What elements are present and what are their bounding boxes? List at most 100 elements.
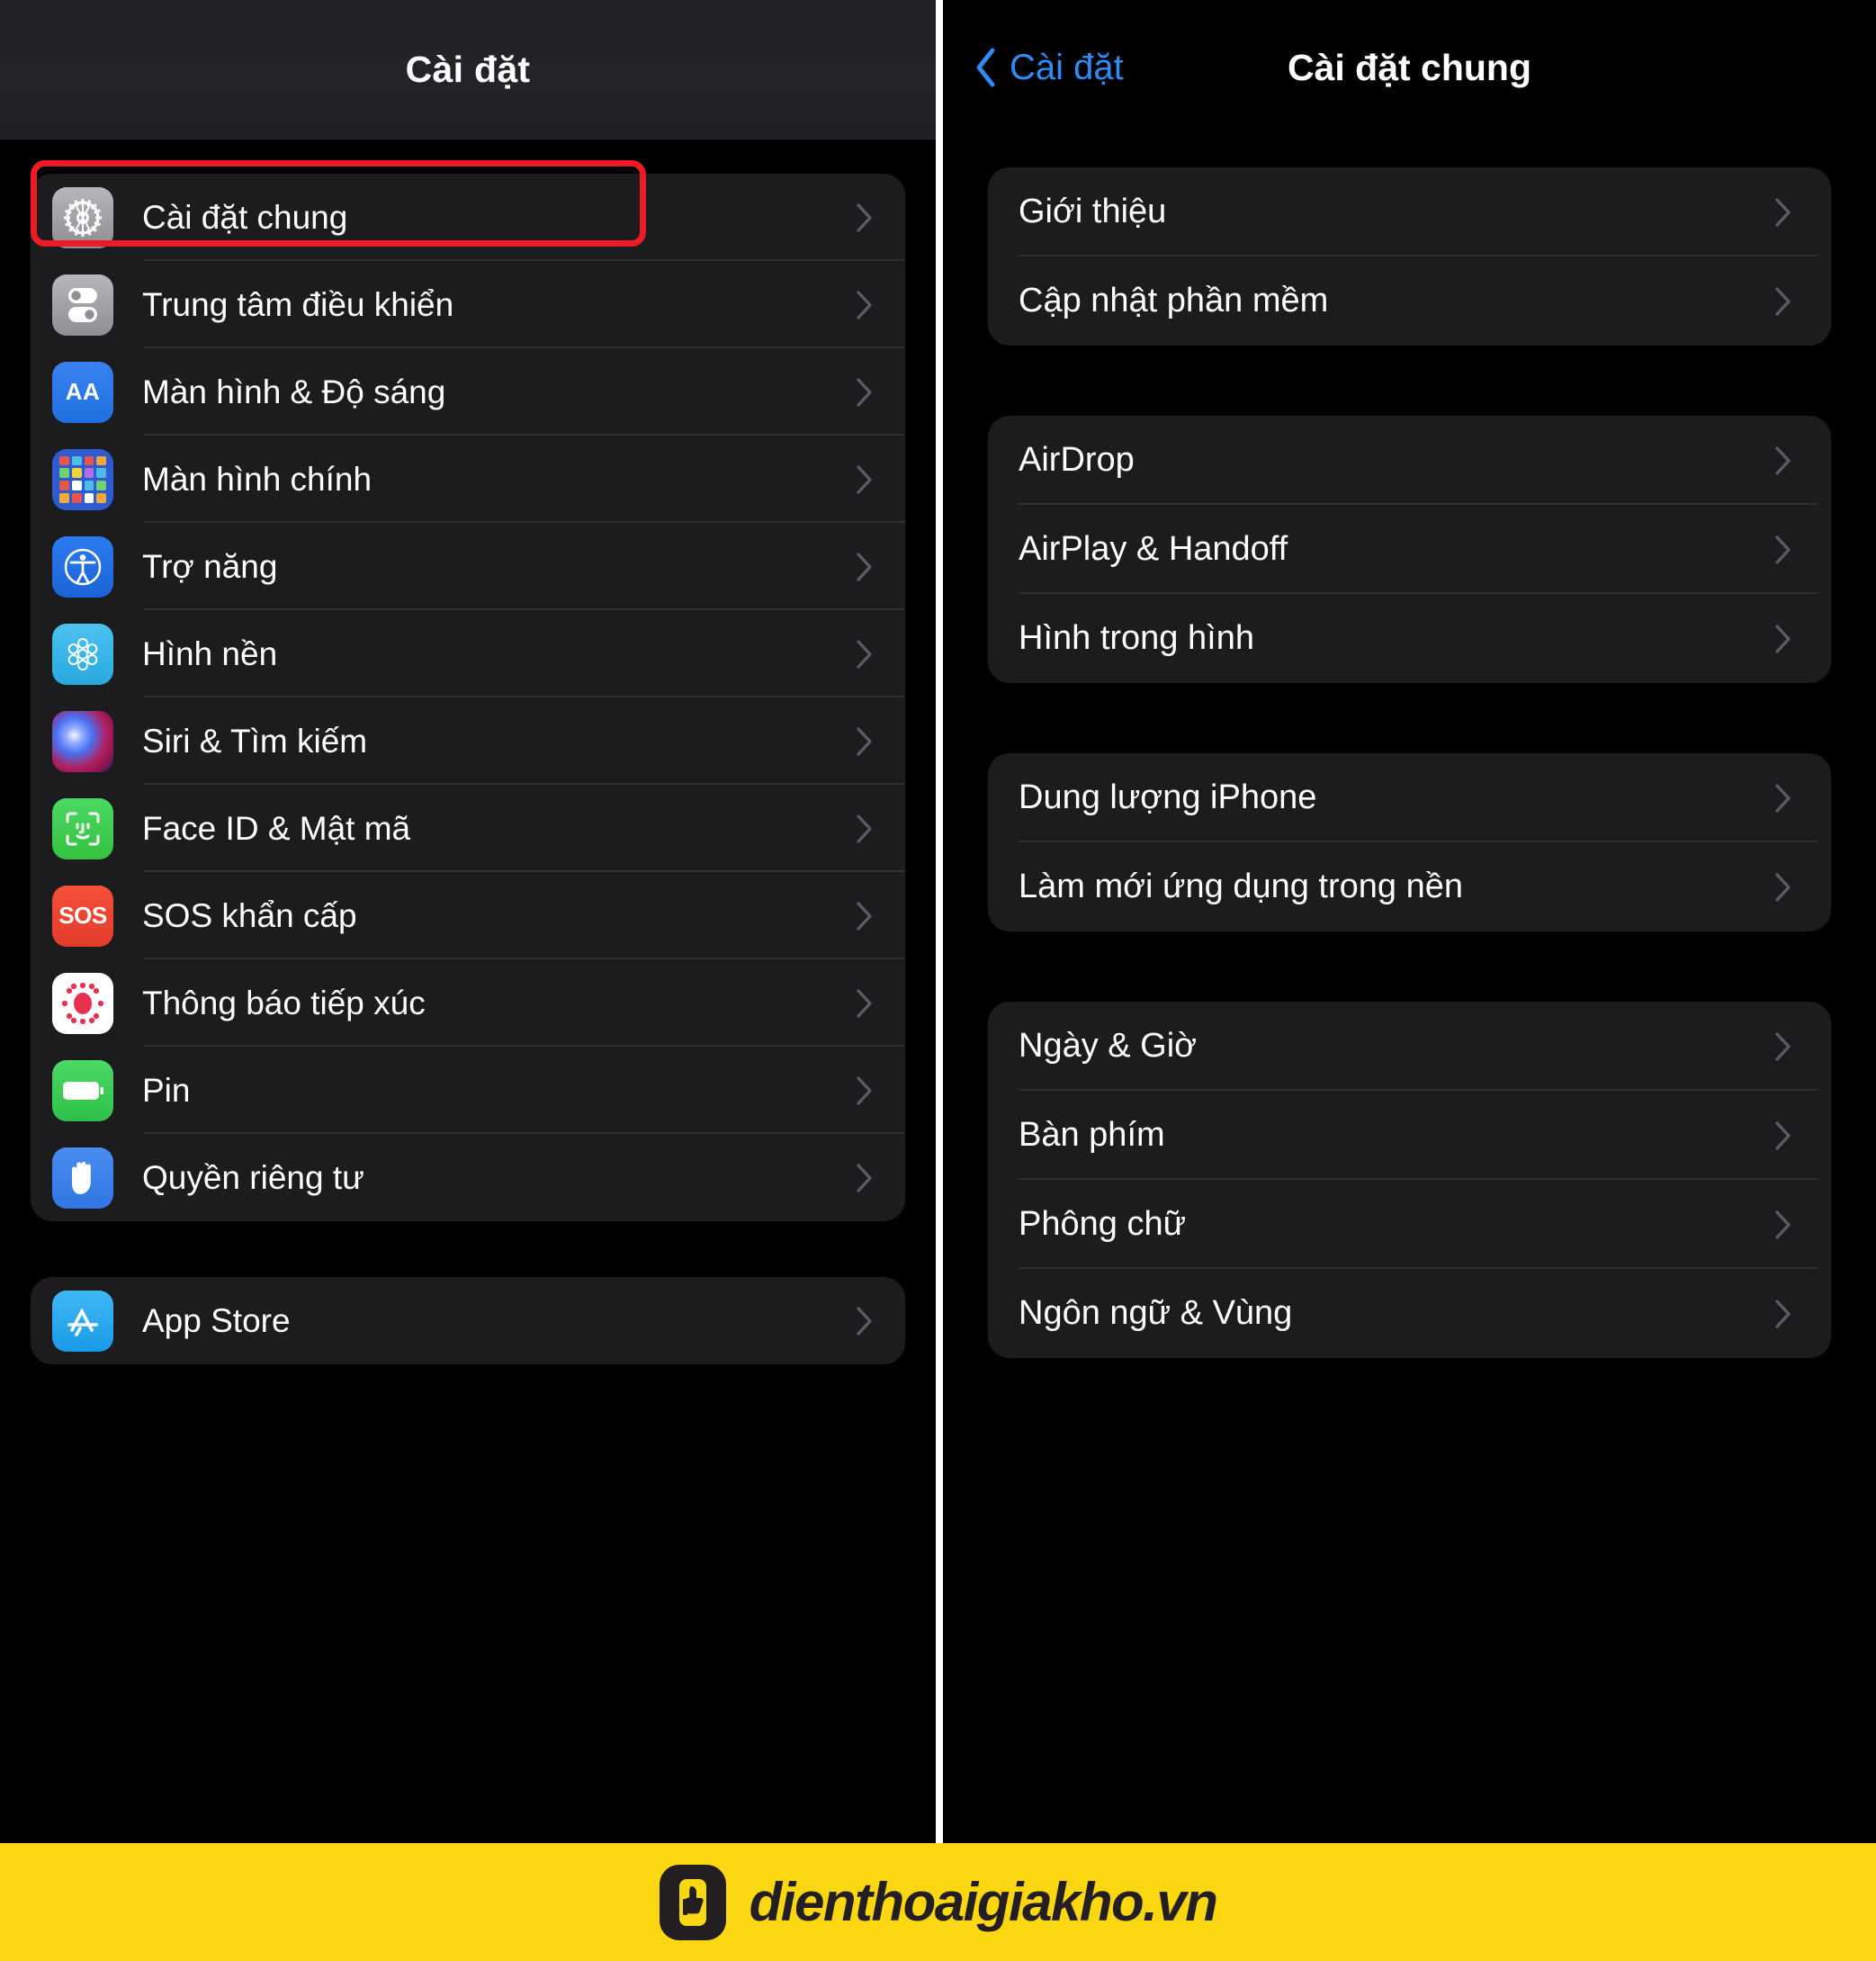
battery-icon xyxy=(52,1059,113,1121)
list-item-dung-luong-iphone[interactable]: Dung lượng iPhone xyxy=(988,753,1831,842)
chevron-right-icon xyxy=(1775,624,1791,653)
sidebar-item-label: Face ID & Mật mã xyxy=(142,809,411,847)
control-center-icon xyxy=(52,274,113,336)
phone-thumb-logo-icon xyxy=(659,1864,726,1940)
wallpaper-icon xyxy=(52,623,113,685)
sidebar-item-label: Hình nền xyxy=(142,634,278,672)
chevron-right-icon xyxy=(1775,445,1791,475)
right-group-spacer xyxy=(943,346,1876,416)
chevron-right-icon xyxy=(1775,783,1791,813)
chevron-right-icon xyxy=(857,1163,873,1192)
settings-screen-left: Cài đặt Cài đặt chung Trung tâm điều khi… xyxy=(0,0,936,1961)
list-item-airdrop[interactable]: AirDrop xyxy=(988,416,1831,505)
sidebar-item-app-store[interactable]: App Store xyxy=(31,1277,905,1364)
list-item-label: Hình trong hình xyxy=(1019,619,1254,657)
list-item-label: Giới thiệu xyxy=(1019,193,1167,230)
face-id-icon xyxy=(52,797,113,859)
back-button[interactable]: Cài đặt xyxy=(974,48,1124,88)
page-title: Cài đặt xyxy=(405,48,531,90)
sidebar-item-label: Màn hình chính xyxy=(142,460,373,498)
right-group-spacer xyxy=(943,683,1876,753)
chevron-right-icon xyxy=(857,290,873,319)
chevron-right-icon xyxy=(1775,1120,1791,1150)
sidebar-item-sos-khan-cap[interactable]: SOS SOS khẩn cấp xyxy=(31,872,905,959)
sidebar-item-quyen-rieng-tu[interactable]: Quyền riêng tư xyxy=(31,1134,905,1221)
display-brightness-icon: AA xyxy=(52,361,113,423)
left-group-spacer xyxy=(0,1221,936,1277)
list-item-label: Làm mới ứng dụng trong nền xyxy=(1019,868,1463,905)
list-item-ngon-ngu-vung[interactable]: Ngôn ngữ & Vùng xyxy=(988,1269,1831,1358)
list-item-label: Ngày & Giờ xyxy=(1019,1027,1198,1065)
chevron-right-icon xyxy=(1775,1299,1791,1328)
list-item-lam-moi-ung-dung-trong-nen[interactable]: Làm mới ứng dụng trong nền xyxy=(988,842,1831,931)
settings-group-store: App Store xyxy=(31,1277,905,1364)
list-item-phong-chu[interactable]: Phông chữ xyxy=(988,1180,1831,1269)
chevron-right-icon xyxy=(857,988,873,1018)
chevron-right-icon xyxy=(857,726,873,756)
page-title: Cài đặt chung xyxy=(1287,46,1532,88)
general-group-locale: Ngày & Giờ Bàn phím Phông chữ Ngôn ngữ &… xyxy=(988,1002,1831,1358)
accessibility-icon xyxy=(52,535,113,598)
chevron-right-icon xyxy=(857,639,873,669)
watermark-banner: dienthoaigiakho.vn xyxy=(0,1843,1876,1961)
right-navbar: Cài đặt Cài đặt chung xyxy=(943,0,1876,135)
general-group-sharing: AirDrop AirPlay & Handoff Hình trong hìn… xyxy=(988,416,1831,683)
general-group-storage: Dung lượng iPhone Làm mới ứng dụng trong… xyxy=(988,753,1831,931)
chevron-right-icon xyxy=(857,1075,873,1105)
sidebar-item-label: App Store xyxy=(142,1301,291,1339)
chevron-right-icon xyxy=(857,377,873,407)
sidebar-item-label: Trợ năng xyxy=(142,547,278,585)
chevron-right-icon xyxy=(857,202,873,232)
back-button-label: Cài đặt xyxy=(1010,47,1124,87)
sidebar-item-label: SOS khẩn cấp xyxy=(142,896,357,934)
gear-icon xyxy=(52,186,113,248)
aa-glyph: AA xyxy=(65,378,101,405)
home-grid xyxy=(59,455,106,503)
list-item-label: AirPlay & Handoff xyxy=(1019,530,1288,568)
brand-name: dienthoaigiakho.vn xyxy=(749,1872,1218,1932)
chevron-right-icon xyxy=(857,901,873,931)
list-item-hinh-trong-hinh[interactable]: Hình trong hình xyxy=(988,594,1831,683)
sidebar-item-cai-dat-chung[interactable]: Cài đặt chung xyxy=(31,174,905,261)
sidebar-item-pin[interactable]: Pin xyxy=(31,1047,905,1134)
sidebar-item-label: Pin xyxy=(142,1071,191,1109)
settings-group-primary: Cài đặt chung Trung tâm điều khiển AA Mà… xyxy=(31,174,905,1221)
list-item-cap-nhat-phan-mem[interactable]: Cập nhật phần mềm xyxy=(988,256,1831,346)
list-item-label: Bàn phím xyxy=(1019,1116,1165,1154)
chevron-left-icon xyxy=(974,48,997,87)
home-screen-icon xyxy=(52,448,113,510)
list-item-ban-phim[interactable]: Bàn phím xyxy=(988,1091,1831,1180)
chevron-right-icon xyxy=(1775,286,1791,316)
sidebar-item-label: Thông báo tiếp xúc xyxy=(142,984,426,1021)
sidebar-item-label: Quyền riêng tư xyxy=(142,1158,364,1196)
sidebar-item-face-id-mat-ma[interactable]: Face ID & Mật mã xyxy=(31,785,905,872)
chevron-right-icon xyxy=(857,552,873,581)
list-item-gioi-thieu[interactable]: Giới thiệu xyxy=(988,167,1831,256)
list-item-label: Ngôn ngữ & Vùng xyxy=(1019,1294,1293,1332)
sidebar-item-man-hinh-do-sang[interactable]: AA Màn hình & Độ sáng xyxy=(31,348,905,436)
sidebar-item-siri-tim-kiem[interactable]: Siri & Tìm kiếm xyxy=(31,697,905,785)
sidebar-item-thong-bao-tiep-xuc[interactable]: Thông báo tiếp xúc xyxy=(31,959,905,1047)
list-item-label: AirDrop xyxy=(1019,441,1135,479)
chevron-right-icon xyxy=(1775,1210,1791,1239)
chevron-right-icon xyxy=(857,1306,873,1336)
sidebar-item-hinh-nen[interactable]: Hình nền xyxy=(31,610,905,697)
app-store-icon xyxy=(52,1290,113,1352)
privacy-hand-icon xyxy=(52,1147,113,1209)
dual-screenshot-composite: Cài đặt Cài đặt chung Trung tâm điều khi… xyxy=(0,0,1876,1961)
sidebar-item-tro-nang[interactable]: Trợ năng xyxy=(31,523,905,610)
siri-icon xyxy=(52,710,113,772)
sidebar-item-trung-tam-dieu-khien[interactable]: Trung tâm điều khiển xyxy=(31,261,905,348)
list-item-ngay-gio[interactable]: Ngày & Giờ xyxy=(988,1002,1831,1091)
chevron-right-icon xyxy=(857,814,873,843)
list-item-label: Cập nhật phần mềm xyxy=(1019,282,1329,319)
sidebar-item-man-hinh-chinh[interactable]: Màn hình chính xyxy=(31,436,905,523)
sidebar-item-label: Siri & Tìm kiếm xyxy=(142,722,368,760)
right-top-spacer xyxy=(943,135,1876,167)
sidebar-item-label: Cài đặt chung xyxy=(142,198,348,236)
chevron-right-icon xyxy=(1775,1031,1791,1061)
list-item-label: Phông chữ xyxy=(1019,1205,1187,1243)
chevron-right-icon xyxy=(1775,872,1791,902)
list-item-airplay-handoff[interactable]: AirPlay & Handoff xyxy=(988,505,1831,594)
sidebar-item-label: Trung tâm điều khiển xyxy=(142,285,454,323)
